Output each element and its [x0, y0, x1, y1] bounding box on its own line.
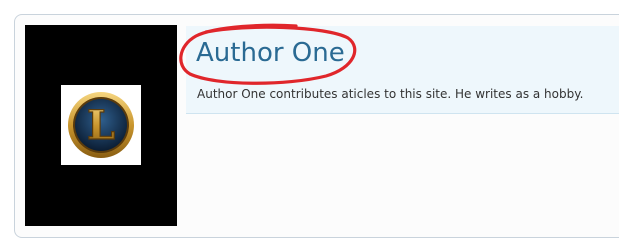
avatar[interactable]: L	[61, 85, 141, 165]
league-of-legends-logo-icon: L	[68, 92, 134, 158]
author-name-link[interactable]: Author One	[196, 36, 345, 70]
author-bio: Author One contributes aticles to this s…	[197, 87, 584, 101]
avatar-letter: L	[87, 102, 115, 149]
